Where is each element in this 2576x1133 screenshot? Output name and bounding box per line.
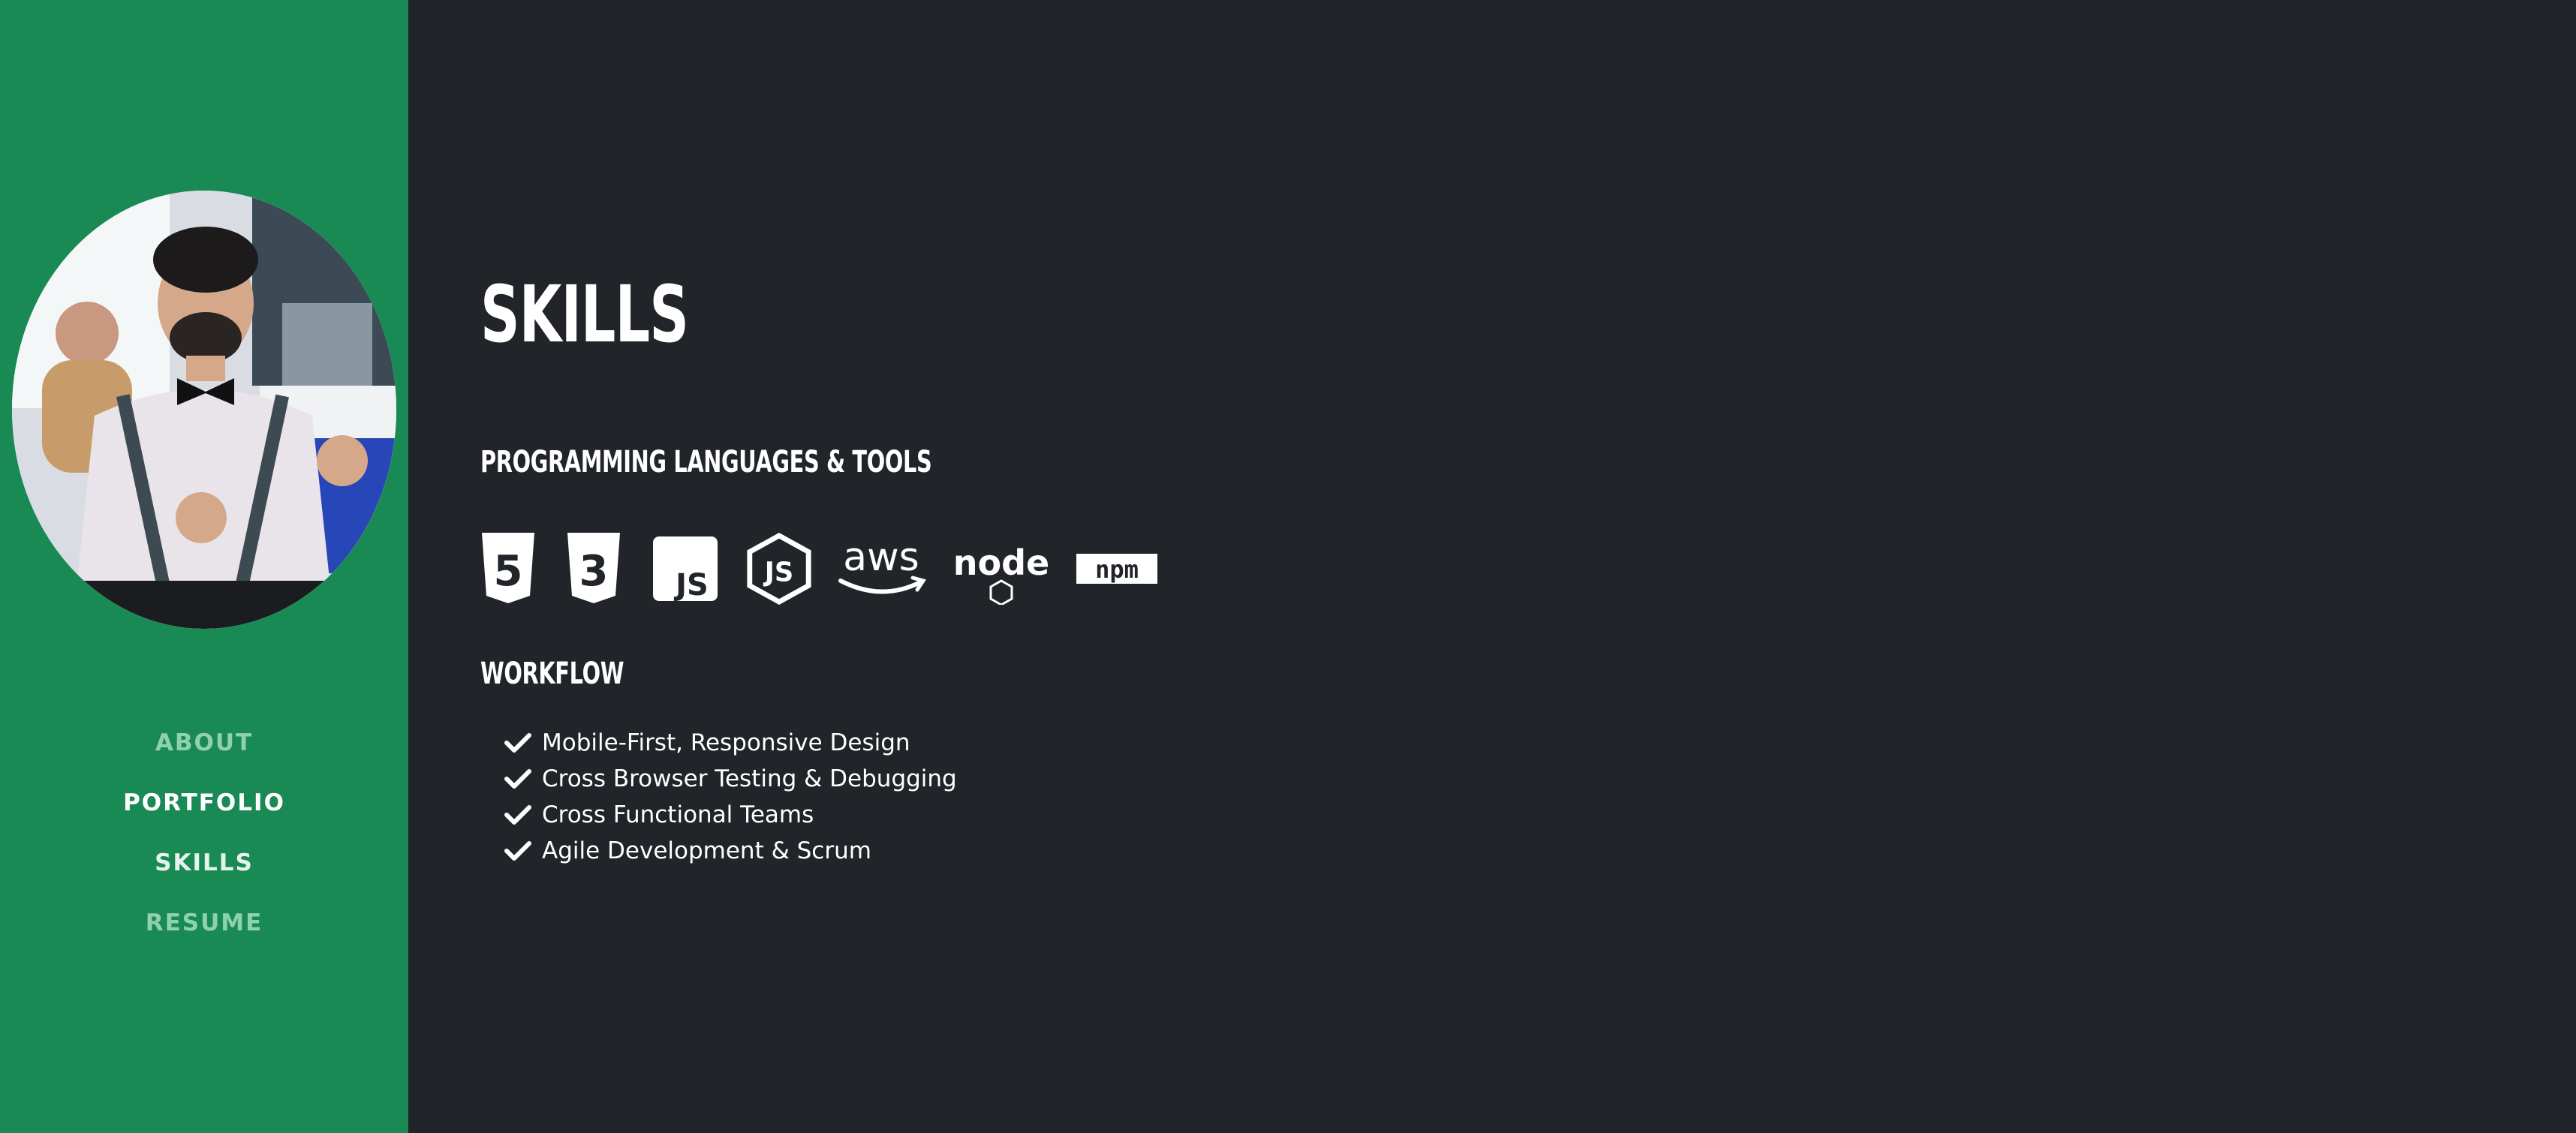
check-icon: [504, 805, 531, 825]
check-icon: [504, 841, 531, 861]
nav-item-about[interactable]: ABOUT: [0, 720, 408, 780]
svg-text:JS: JS: [763, 557, 794, 588]
check-icon: [504, 769, 531, 789]
workflow-heading: WORKFLOW: [480, 657, 624, 691]
sidebar: ABOUT PORTFOLIO SKILLS RESUME: [0, 0, 408, 1133]
node-logo-icon: node: [955, 542, 1049, 605]
profile-photo: [12, 191, 396, 629]
page-title: SKILLS: [480, 269, 689, 360]
nav-item-resume[interactable]: RESUME: [0, 900, 408, 960]
npm-icon: npm: [1076, 554, 1157, 584]
workflow-item-label: Agile Development & Scrum: [542, 837, 871, 864]
svg-text:npm: npm: [1095, 555, 1139, 584]
workflow-item: Cross Browser Testing & Debugging: [504, 761, 957, 797]
nav-item-portfolio[interactable]: PORTFOLIO: [0, 780, 408, 840]
workflow-item: Mobile-First, Responsive Design: [504, 725, 957, 761]
avatar: [12, 191, 396, 629]
workflow-item-label: Cross Functional Teams: [542, 801, 814, 828]
html5-icon: 5: [482, 533, 534, 603]
svg-text:3: 3: [579, 547, 609, 596]
nodejs-hex-icon: JS: [747, 533, 811, 605]
workflow-list: Mobile-First, Responsive Design Cross Br…: [504, 725, 957, 869]
css3-icon: 3: [567, 533, 620, 603]
workflow-item-label: Cross Browser Testing & Debugging: [542, 765, 957, 792]
check-icon: [504, 733, 531, 753]
javascript-icon: JS: [653, 536, 718, 603]
workflow-item: Agile Development & Scrum: [504, 833, 957, 869]
svg-text:aws: aws: [843, 535, 919, 580]
svg-text:node: node: [955, 542, 1049, 583]
main-content: SKILLS PROGRAMMING LANGUAGES & TOOLS 5 3…: [408, 0, 2576, 1133]
aws-icon: aws: [838, 535, 926, 594]
workflow-item-label: Mobile-First, Responsive Design: [542, 729, 910, 756]
nav-item-skills[interactable]: SKILLS: [0, 840, 408, 900]
workflow-item: Cross Functional Teams: [504, 797, 957, 833]
svg-text:5: 5: [494, 547, 523, 596]
svg-text:JS: JS: [673, 568, 709, 603]
sidebar-nav: ABOUT PORTFOLIO SKILLS RESUME: [0, 720, 408, 960]
tools-heading: PROGRAMMING LANGUAGES & TOOLS: [480, 445, 932, 479]
